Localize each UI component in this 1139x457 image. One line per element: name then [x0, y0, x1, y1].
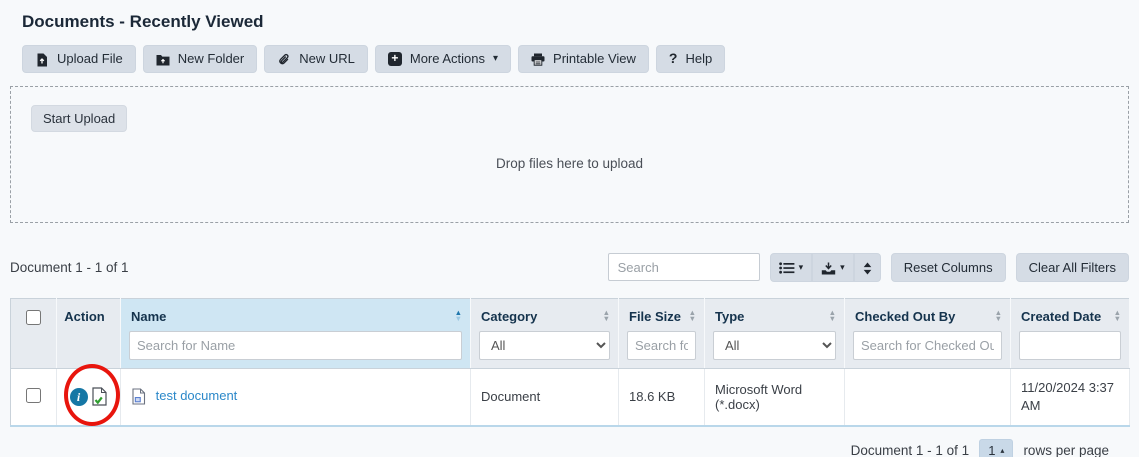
row-created-date-cell: 11/20/2024 3:37 AM	[1010, 368, 1130, 426]
upload-file-icon	[35, 51, 49, 67]
table-controls: ▾ ▾ Reset Columns Clear All Filters	[607, 252, 1129, 282]
help-button[interactable]: ? Help	[655, 45, 726, 73]
name-filter-input[interactable]	[129, 330, 462, 360]
expand-rows-button[interactable]	[853, 252, 881, 282]
file-size-column-label: File Size	[629, 308, 682, 324]
column-header-type[interactable]: Type ▲ ▼ All	[704, 298, 845, 369]
column-header-file-size[interactable]: File Size ▲ ▼	[618, 298, 705, 369]
export-icon	[821, 260, 836, 275]
checked-out-by-filter-input[interactable]	[853, 330, 1002, 360]
new-folder-label: New Folder	[177, 51, 245, 67]
more-actions-button[interactable]: + More Actions ▾	[374, 45, 512, 73]
new-folder-icon	[156, 51, 170, 66]
name-column-label: Name	[131, 308, 167, 324]
upload-file-label: Upload File	[57, 51, 123, 67]
row-category-cell: Document	[470, 368, 619, 426]
more-actions-label: More Actions	[409, 51, 486, 67]
sort-icon[interactable]: ▲ ▼	[829, 309, 836, 323]
sort-icon[interactable]: ▲ ▼	[689, 309, 696, 323]
select-all-checkbox[interactable]	[26, 309, 41, 325]
file-size-filter-input[interactable]	[627, 330, 696, 360]
table-header: Action Name ▲▼ Category ▲▼	[10, 298, 1130, 369]
upload-file-button[interactable]: Upload File	[22, 45, 136, 73]
toolbar: Upload File New Folder New URL + More Ac…	[22, 45, 1129, 73]
table-controls-row: Document 1 - 1 of 1 ▾ ▾ Reset Columns Cl…	[10, 252, 1129, 282]
category-filter-select[interactable]: All	[479, 330, 610, 360]
clear-all-filters-button[interactable]: Clear All Filters	[1015, 252, 1129, 282]
export-button[interactable]: ▾	[812, 252, 854, 282]
column-header-category[interactable]: Category ▲ ▼ All	[470, 298, 619, 369]
caret-down-icon: ▾	[840, 261, 845, 272]
row-name-cell: test document	[120, 368, 471, 426]
column-header-name[interactable]: Name ▲ ▼	[120, 298, 471, 369]
drop-files-hint: Drop files here to upload	[495, 155, 644, 171]
category-column-label: Category	[481, 308, 538, 324]
footer-count-label: Document 1 - 1 of 1	[850, 442, 970, 457]
page-title: Documents - Recently Viewed	[22, 12, 264, 31]
document-count-label: Document 1 - 1 of 1	[10, 259, 129, 275]
caret-down-icon: ▾	[493, 53, 499, 65]
sort-icon[interactable]: ▲ ▼	[455, 309, 462, 323]
type-filter-select[interactable]: All	[713, 330, 836, 360]
file-drop-zone[interactable]: Start Upload Drop files here to upload	[10, 85, 1129, 223]
rows-per-page-button[interactable]: 1 ▴	[979, 438, 1014, 457]
select-all-header	[10, 298, 57, 369]
row-checked-out-by-cell	[844, 368, 1011, 426]
table-row: i test document Document 18.6 KB Microso…	[10, 363, 1130, 426]
row-checkbox[interactable]	[26, 387, 41, 403]
caret-down-icon: ▾	[798, 261, 804, 272]
column-list-icon	[778, 260, 795, 275]
row-select-cell	[10, 368, 57, 426]
column-visibility-button[interactable]: ▾	[769, 252, 813, 282]
printable-view-label: Printable View	[553, 51, 636, 67]
paperclip-icon	[277, 51, 291, 67]
row-action-cell: i	[56, 363, 121, 426]
new-url-label: New URL	[299, 51, 355, 67]
documents-page: Documents - Recently Viewed Upload File …	[0, 0, 1139, 457]
page-size-value: 1	[988, 442, 996, 457]
search-input[interactable]	[607, 253, 760, 282]
info-icon[interactable]: i	[69, 387, 88, 406]
column-header-checked-out-by[interactable]: Checked Out By ▲ ▼	[844, 298, 1011, 369]
rows-per-page-label: rows per page	[1023, 442, 1109, 457]
documents-table: Action Name ▲▼ Category ▲▼	[10, 297, 1130, 427]
column-header-action: Action	[56, 298, 121, 369]
created-date-column-label: Created Date	[1021, 308, 1102, 324]
new-url-button[interactable]: New URL	[264, 45, 368, 73]
row-type-cell: Microsoft Word (*.docx)	[704, 368, 845, 426]
sort-icon[interactable]: ▲ ▼	[603, 309, 610, 323]
checked-out-by-column-label: Checked Out By	[855, 308, 956, 324]
word-document-icon	[131, 388, 146, 405]
plus-square-icon: +	[387, 51, 402, 66]
caret-up-icon: ▴	[1000, 445, 1005, 455]
printer-icon	[531, 51, 545, 67]
sort-icon[interactable]: ▲ ▼	[1114, 309, 1121, 323]
action-column-label: Action	[64, 308, 105, 324]
new-folder-button[interactable]: New Folder	[142, 45, 258, 73]
table-footer: Document 1 - 1 of 1 1 ▴ rows per page	[10, 438, 1129, 457]
question-icon: ?	[668, 50, 678, 67]
start-upload-button[interactable]: Start Upload	[31, 104, 128, 132]
table-icon-button-group: ▾ ▾	[769, 252, 881, 282]
column-header-created-date[interactable]: Created Date ▲ ▼	[1010, 298, 1130, 369]
document-link[interactable]: test document	[156, 388, 238, 403]
created-date-filter-input[interactable]	[1019, 330, 1121, 360]
sort-icon[interactable]: ▲ ▼	[995, 309, 1002, 323]
expand-rows-icon	[863, 260, 872, 275]
row-file-size-cell: 18.6 KB	[618, 368, 705, 426]
printable-view-button[interactable]: Printable View	[518, 45, 649, 73]
help-label: Help	[685, 51, 713, 67]
type-column-label: Type	[715, 308, 745, 324]
reset-columns-button[interactable]: Reset Columns	[890, 252, 1006, 282]
document-checked-in-icon[interactable]	[91, 387, 108, 406]
